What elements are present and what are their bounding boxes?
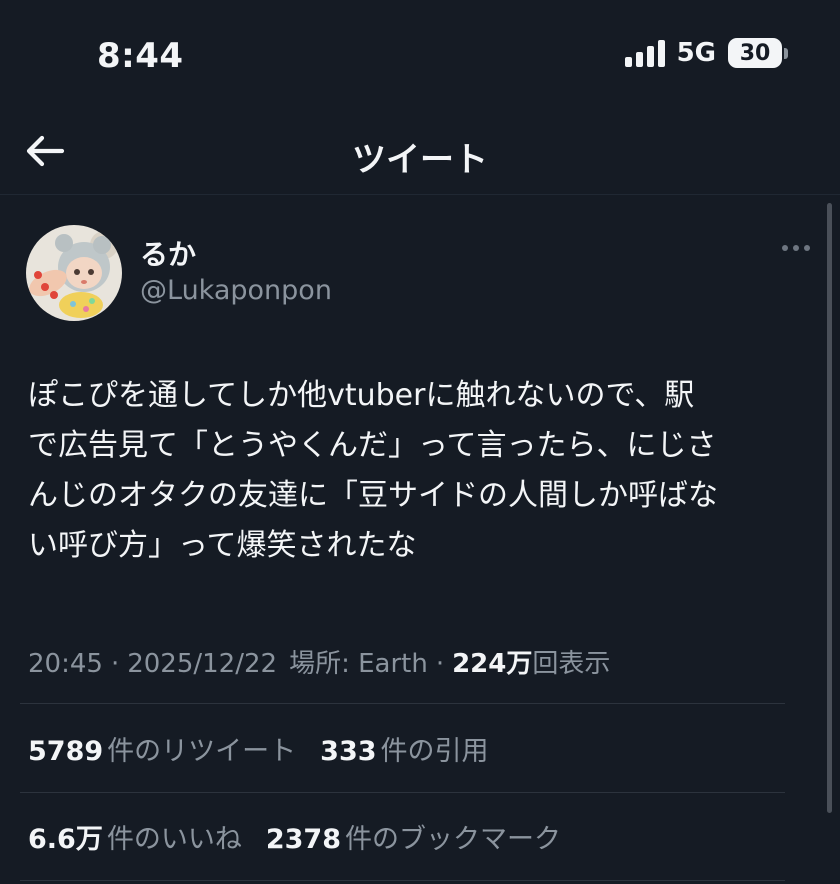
tweet-location[interactable]: 場所: Earth — [289, 643, 428, 680]
tweet-date[interactable]: 2025/12/22 — [127, 649, 277, 679]
avatar-image — [26, 225, 122, 321]
status-time: 8:44 — [97, 36, 184, 76]
more-dot — [782, 245, 788, 251]
cellular-signal-icon — [624, 39, 665, 67]
battery-level: 30 — [728, 38, 782, 68]
quotes-stat[interactable]: 333 件の引用 — [320, 729, 488, 768]
author-display-name[interactable]: るか — [140, 233, 196, 273]
quotes-count: 333 — [320, 736, 377, 767]
page-title: ツイート — [352, 140, 488, 180]
bookmarks-stat[interactable]: 2378 件のブックマーク — [266, 817, 561, 856]
views-count: 224万 — [452, 649, 533, 679]
meta-separator: · — [435, 649, 445, 679]
likes-label: 件のいいね — [106, 824, 242, 855]
scrollbar[interactable] — [827, 203, 832, 813]
tweet-detail: るか @Lukaponpon ぽこぴを通してしか他vtuberに触れないので、駅… — [0, 194, 840, 884]
tweet-detail-screen: 8:44 5G 30 ツイート るか @Lukaponpon ぽこぴを通してしか… — [0, 0, 840, 884]
retweets-label: 件のリツイート — [107, 736, 297, 767]
network-type: 5G — [676, 38, 716, 68]
stats-row-shares: 5789 件のリツイート 333 件の引用 — [28, 729, 513, 768]
retweets-count: 5789 — [28, 736, 104, 767]
more-dot — [804, 245, 810, 251]
retweets-stat[interactable]: 5789 件のリツイート — [28, 729, 296, 768]
battery-icon: 30 — [728, 38, 788, 68]
divider — [20, 880, 785, 881]
tweet-time[interactable]: 20:45 — [28, 649, 103, 679]
battery-cap — [784, 47, 788, 59]
tweet-text: ぽこぴを通してしか他vtuberに触れないので、駅 で広告見て「とうやくんだ」っ… — [28, 378, 718, 563]
likes-stat[interactable]: 6.6万 件のいいね — [28, 817, 242, 856]
avatar[interactable] — [26, 225, 122, 321]
bookmarks-label: 件のブックマーク — [345, 824, 561, 855]
status-indicators: 5G 30 — [624, 38, 788, 68]
likes-count: 6.6万 — [28, 824, 103, 855]
nav-bar: ツイート — [0, 110, 840, 194]
stats-row-reactions: 6.6万 件のいいね 2378 件のブックマーク — [28, 817, 585, 856]
status-bar: 8:44 5G 30 — [0, 0, 840, 110]
quotes-label: 件の引用 — [380, 736, 489, 767]
views-label: 回表示 — [532, 649, 611, 679]
author-handle[interactable]: @Lukaponpon — [140, 275, 332, 306]
more-options-icon[interactable] — [782, 235, 810, 261]
bookmarks-count: 2378 — [265, 824, 341, 855]
divider — [20, 703, 785, 704]
meta-separator: · — [110, 649, 120, 679]
tweet-meta: 20:45 · 2025/12/22 場所: Earth · 224万 回表示 — [28, 643, 610, 680]
more-dot — [793, 245, 799, 251]
divider — [20, 792, 785, 793]
